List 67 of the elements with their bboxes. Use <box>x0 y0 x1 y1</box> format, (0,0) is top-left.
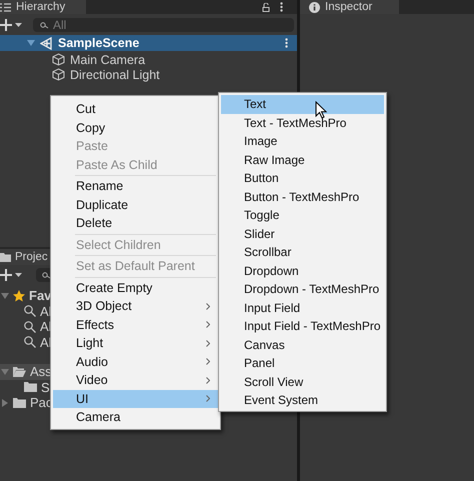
menu-item[interactable]: Event System <box>221 391 384 410</box>
search-icon <box>24 336 36 348</box>
tab-label: Inspector <box>325 0 372 14</box>
search-icon <box>40 22 49 28</box>
chevron-right-icon <box>206 395 210 402</box>
more-icon[interactable] <box>285 38 288 48</box>
list-icon <box>0 2 11 12</box>
tree-label[interactable]: S <box>41 380 50 395</box>
tab-label: Projec <box>15 250 48 264</box>
cube-icon <box>52 53 65 66</box>
menu-item[interactable]: Dropdown - TextMeshPro <box>221 280 384 298</box>
menu-item[interactable]: Effects <box>53 316 218 334</box>
menu-item[interactable]: Text - TextMeshPro <box>221 114 384 132</box>
menu-item[interactable]: Raw Image <box>221 150 384 169</box>
menu-item[interactable]: Scrollbar <box>221 243 384 262</box>
cube-icon <box>52 68 65 81</box>
menu-item[interactable]: Button <box>221 169 384 188</box>
chevron-right-icon <box>206 340 210 347</box>
chevron-right-icon <box>206 358 210 366</box>
cursor-icon <box>315 101 327 119</box>
chevron-right-icon <box>206 302 210 310</box>
menu-item[interactable]: Cut <box>53 100 218 118</box>
menu-item[interactable]: Rename <box>53 177 218 196</box>
menu-item[interactable]: Create Empty <box>53 278 218 297</box>
folder-icon <box>24 382 37 392</box>
game-object-label[interactable]: Main Camera <box>70 52 146 66</box>
more-icon[interactable] <box>280 2 283 12</box>
menu-item[interactable]: Scroll View <box>221 372 384 391</box>
lock-icon[interactable] <box>262 2 270 12</box>
folder-icon <box>13 398 26 408</box>
menu-item[interactable]: 3D Object <box>53 297 218 316</box>
game-object-label[interactable]: Directional Light <box>70 68 160 82</box>
search-icon <box>24 305 36 318</box>
add-dropdown-icon[interactable] <box>0 269 24 281</box>
menu-item[interactable]: Light <box>53 334 218 352</box>
menu-item[interactable]: Camera <box>53 408 218 426</box>
tree-label[interactable]: Fav <box>29 288 52 304</box>
folder-icon <box>13 366 26 377</box>
expand-arrow-icon[interactable] <box>1 292 9 300</box>
menu-item[interactable]: Dropdown <box>221 262 384 280</box>
star-icon <box>13 290 25 302</box>
search-icon <box>42 272 51 278</box>
menu-item[interactable]: Canvas <box>221 336 384 354</box>
search-field[interactable]: All <box>33 18 294 32</box>
menu-item[interactable]: Slider <box>221 224 384 243</box>
menu-item[interactable]: Panel <box>221 354 384 372</box>
menu-item[interactable]: Button - TextMeshPro <box>221 188 384 206</box>
menu-item[interactable]: Duplicate <box>53 196 218 214</box>
menu-item[interactable]: Copy <box>53 118 218 137</box>
menu-item[interactable]: Input Field - TextMeshPro <box>221 317 384 336</box>
tab-label: Hierarchy <box>16 0 66 14</box>
menu-item[interactable]: Video <box>53 371 218 390</box>
menu-item[interactable]: Text <box>221 95 384 114</box>
menu-item[interactable]: Audio <box>53 352 218 371</box>
chevron-right-icon <box>206 376 210 384</box>
folder-icon <box>0 252 11 262</box>
menu-item[interactable]: Toggle <box>221 206 384 224</box>
chevron-right-icon <box>206 321 210 328</box>
inspector-tab[interactable]: Inspector <box>300 0 399 14</box>
search-icon <box>24 320 36 333</box>
expand-arrow-icon[interactable] <box>1 398 9 407</box>
menu-item[interactable]: Input Field <box>221 298 384 317</box>
menu-item[interactable]: UI <box>53 390 218 408</box>
add-dropdown-icon[interactable] <box>0 18 24 30</box>
hierarchy-tab[interactable]: Hierarchy <box>0 0 86 14</box>
menu-item[interactable]: Delete <box>53 214 218 232</box>
menu-item[interactable]: Image <box>221 132 384 150</box>
